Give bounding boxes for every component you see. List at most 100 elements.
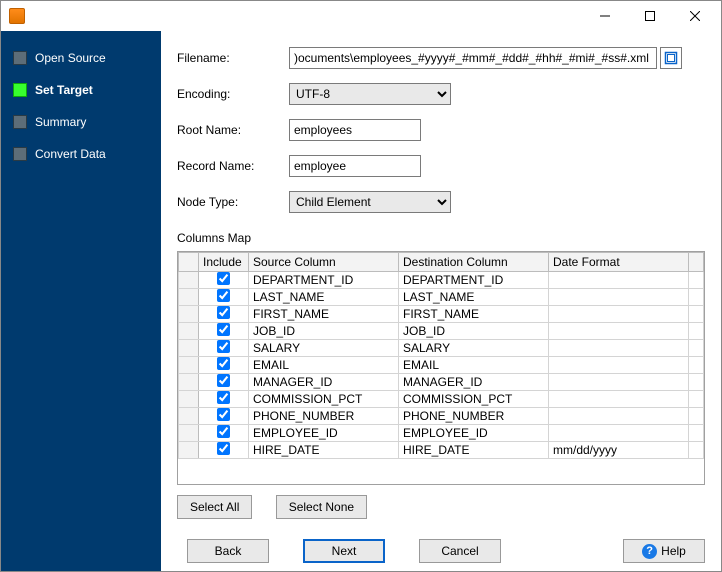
row-header[interactable] (179, 442, 199, 459)
source-cell[interactable]: LAST_NAME (249, 289, 399, 306)
app-icon (9, 8, 25, 24)
table-row[interactable]: FIRST_NAMEFIRST_NAME (179, 306, 704, 323)
table-row[interactable]: COMMISSION_PCTCOMMISSION_PCT (179, 391, 704, 408)
format-cell[interactable] (549, 340, 689, 357)
col-include-header[interactable]: Include (199, 253, 249, 272)
include-checkbox[interactable] (217, 272, 230, 285)
format-cell[interactable] (549, 425, 689, 442)
select-none-button[interactable]: Select None (276, 495, 367, 519)
source-cell[interactable]: COMMISSION_PCT (249, 391, 399, 408)
source-cell[interactable]: SALARY (249, 340, 399, 357)
row-header[interactable] (179, 391, 199, 408)
table-row[interactable]: DEPARTMENT_IDDEPARTMENT_ID (179, 272, 704, 289)
step-bullet-icon (13, 51, 27, 65)
dest-cell[interactable]: MANAGER_ID (399, 374, 549, 391)
include-checkbox[interactable] (217, 289, 230, 302)
table-row[interactable]: EMAILEMAIL (179, 357, 704, 374)
record-name-input[interactable] (289, 155, 421, 177)
dest-cell[interactable]: COMMISSION_PCT (399, 391, 549, 408)
cancel-button[interactable]: Cancel (419, 539, 501, 563)
dest-cell[interactable]: HIRE_DATE (399, 442, 549, 459)
table-row[interactable]: EMPLOYEE_IDEMPLOYEE_ID (179, 425, 704, 442)
table-row[interactable]: MANAGER_IDMANAGER_ID (179, 374, 704, 391)
col-dest-header[interactable]: Destination Column (399, 253, 549, 272)
root-name-label: Root Name: (177, 123, 289, 137)
format-cell[interactable] (549, 306, 689, 323)
node-type-label: Node Type: (177, 195, 289, 209)
back-button[interactable]: Back (187, 539, 269, 563)
filename-input[interactable] (289, 47, 657, 69)
minimize-button[interactable] (582, 1, 627, 31)
titlebar (1, 1, 721, 31)
node-type-select[interactable]: Child Element (289, 191, 451, 213)
sidebar-item-open-source[interactable]: Open Source (7, 45, 155, 71)
row-header[interactable] (179, 374, 199, 391)
dest-cell[interactable]: JOB_ID (399, 323, 549, 340)
include-checkbox[interactable] (217, 442, 230, 455)
row-header[interactable] (179, 357, 199, 374)
row-header[interactable] (179, 408, 199, 425)
format-cell[interactable] (549, 374, 689, 391)
include-checkbox[interactable] (217, 408, 230, 421)
source-cell[interactable]: FIRST_NAME (249, 306, 399, 323)
col-format-header[interactable]: Date Format (549, 253, 689, 272)
row-header[interactable] (179, 323, 199, 340)
app-window: Open Source Set Target Summary Convert D… (0, 0, 722, 572)
include-checkbox[interactable] (217, 323, 230, 336)
root-name-input[interactable] (289, 119, 421, 141)
browse-button[interactable] (660, 47, 682, 69)
format-cell[interactable] (549, 272, 689, 289)
source-cell[interactable]: EMPLOYEE_ID (249, 425, 399, 442)
table-row[interactable]: PHONE_NUMBERPHONE_NUMBER (179, 408, 704, 425)
format-cell[interactable] (549, 408, 689, 425)
close-button[interactable] (672, 1, 717, 31)
row-header[interactable] (179, 340, 199, 357)
source-cell[interactable]: DEPARTMENT_ID (249, 272, 399, 289)
include-checkbox[interactable] (217, 391, 230, 404)
source-cell[interactable]: PHONE_NUMBER (249, 408, 399, 425)
select-all-button[interactable]: Select All (177, 495, 252, 519)
table-row[interactable]: HIRE_DATEHIRE_DATEmm/dd/yyyy (179, 442, 704, 459)
dest-cell[interactable]: EMAIL (399, 357, 549, 374)
sidebar-item-set-target[interactable]: Set Target (7, 77, 155, 103)
include-checkbox[interactable] (217, 357, 230, 370)
format-cell[interactable] (549, 323, 689, 340)
sidebar-item-convert-data[interactable]: Convert Data (7, 141, 155, 167)
include-checkbox[interactable] (217, 425, 230, 438)
table-row[interactable]: LAST_NAMELAST_NAME (179, 289, 704, 306)
maximize-button[interactable] (627, 1, 672, 31)
col-spacer (689, 253, 704, 272)
include-checkbox[interactable] (217, 340, 230, 353)
include-checkbox[interactable] (217, 306, 230, 319)
table-row[interactable]: SALARYSALARY (179, 340, 704, 357)
dest-cell[interactable]: DEPARTMENT_ID (399, 272, 549, 289)
row-header[interactable] (179, 272, 199, 289)
dest-cell[interactable]: EMPLOYEE_ID (399, 425, 549, 442)
format-cell[interactable] (549, 357, 689, 374)
dest-cell[interactable]: SALARY (399, 340, 549, 357)
table-row[interactable]: JOB_IDJOB_ID (179, 323, 704, 340)
encoding-select[interactable]: UTF-8 (289, 83, 451, 105)
step-bullet-icon (13, 147, 27, 161)
source-cell[interactable]: JOB_ID (249, 323, 399, 340)
col-source-header[interactable]: Source Column (249, 253, 399, 272)
source-cell[interactable]: HIRE_DATE (249, 442, 399, 459)
row-header[interactable] (179, 289, 199, 306)
source-cell[interactable]: EMAIL (249, 357, 399, 374)
next-button[interactable]: Next (303, 539, 385, 563)
dest-cell[interactable]: LAST_NAME (399, 289, 549, 306)
row-header[interactable] (179, 306, 199, 323)
include-checkbox[interactable] (217, 374, 230, 387)
dest-cell[interactable]: PHONE_NUMBER (399, 408, 549, 425)
format-cell[interactable]: mm/dd/yyyy (549, 442, 689, 459)
dest-cell[interactable]: FIRST_NAME (399, 306, 549, 323)
columns-table: Include Source Column Destination Column… (177, 251, 705, 485)
source-cell[interactable]: MANAGER_ID (249, 374, 399, 391)
sidebar-item-label: Summary (35, 115, 86, 129)
format-cell[interactable] (549, 391, 689, 408)
sidebar-item-summary[interactable]: Summary (7, 109, 155, 135)
row-header[interactable] (179, 425, 199, 442)
help-button[interactable]: ? Help (623, 539, 705, 563)
main-panel: Filename: Encoding: UTF-8 Root Name: Rec… (161, 31, 721, 571)
format-cell[interactable] (549, 289, 689, 306)
